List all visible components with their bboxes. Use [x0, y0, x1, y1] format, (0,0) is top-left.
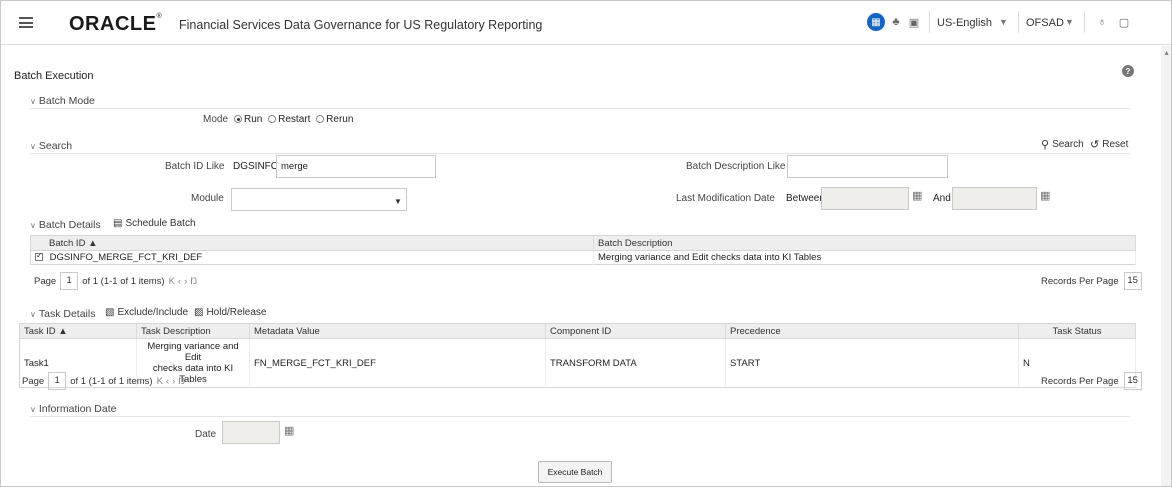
section-divider [30, 416, 1130, 417]
chevron-down-icon: ∨ [30, 141, 36, 151]
execute-batch-button[interactable]: Execute Batch [538, 461, 612, 483]
user-menu[interactable]: OFSAD [1026, 17, 1064, 29]
module-label: Module [191, 193, 224, 204]
pagination-arrows-icon[interactable]: K‹›Ŋ [157, 376, 189, 387]
batch-id-input[interactable]: merge [276, 155, 436, 178]
apps-grid-icon[interactable]: ▦ [867, 13, 885, 31]
module-select[interactable] [231, 188, 407, 211]
batch-id-label: Batch ID Like [165, 161, 225, 172]
last-modification-label: Last Modification Date [676, 193, 775, 204]
user-icon[interactable]: ♣ [887, 13, 905, 31]
records-per-page: Records Per Page 15 [1041, 272, 1142, 290]
between-label: Between [786, 193, 825, 204]
task-pager: Page 1 of 1 (1-1 of 1 items) K‹›Ŋ [22, 372, 188, 390]
reset-button[interactable]: ↺ Reset [1090, 138, 1128, 151]
top-header-bar: ORACLE® Financial Services Data Governan… [1, 1, 1171, 45]
hold-release-button[interactable]: ▨ Hold/Release [194, 307, 267, 318]
table-cell: DGSINFO_MERGE_FCT_KRI_DEF [30, 250, 594, 265]
records-per-page: Records Per Page 15 [1041, 372, 1142, 390]
calendar-icon[interactable]: ▦ [912, 189, 922, 202]
pagination-arrows-icon[interactable]: K‹›Ŋ [169, 276, 201, 287]
oracle-logo: ORACLE® [69, 13, 163, 35]
app-title: Financial Services Data Governance for U… [179, 18, 543, 32]
date-to-input[interactable] [952, 187, 1037, 210]
vertical-scrollbar[interactable] [1161, 46, 1171, 486]
batch-details-table: Batch ID ▲ Batch Description DGSINFO_MER… [30, 235, 1136, 265]
batch-pager: Page 1 of 1 (1-1 of 1 items) K‹›Ŋ [34, 272, 200, 290]
section-information-date[interactable]: ∨ Information Date [30, 403, 116, 415]
chevron-down-icon[interactable]: ▼ [1065, 17, 1074, 27]
page-number-input[interactable]: 1 [48, 372, 67, 390]
table-row[interactable]: DGSINFO_MERGE_FCT_KRI_DEF Merging varian… [30, 250, 1136, 265]
section-batch-details[interactable]: ∨ Batch Details [30, 219, 101, 231]
section-search[interactable]: ∨ Search [30, 140, 72, 152]
exclude-include-button[interactable]: ▧ Exclude/Include [105, 307, 188, 318]
column-header-task-status[interactable]: Task Status [1018, 323, 1136, 339]
reset-icon: ↺ [1090, 139, 1100, 151]
section-task-details[interactable]: ∨ Task Details [30, 308, 95, 320]
search-icon: ⚲ [1041, 139, 1050, 151]
page-title: Batch Execution [14, 70, 94, 82]
schedule-batch-button[interactable]: ▤ Schedule Batch [113, 218, 196, 229]
radio-restart[interactable] [268, 115, 277, 123]
chevron-down-icon: ∨ [30, 309, 36, 319]
table-cell: TRANSFORM DATA [545, 338, 726, 388]
chevron-down-icon: ∨ [30, 220, 36, 230]
header-divider [929, 11, 930, 33]
hamburger-menu-icon[interactable] [19, 17, 33, 28]
column-header-component-id[interactable]: Component ID [545, 323, 726, 339]
id-card-icon[interactable]: ▣ [905, 13, 923, 31]
chevron-down-icon: ∨ [30, 96, 36, 106]
mode-label: Mode [203, 114, 229, 125]
batch-description-label: Batch Description Like [686, 161, 786, 172]
table-cell: START [725, 338, 1019, 388]
mode-radio-group: Run Restart Rerun [234, 114, 353, 125]
column-header-metadata-value[interactable]: Metadata Value [249, 323, 546, 339]
column-header-precedence[interactable]: Precedence [725, 323, 1019, 339]
row-checkbox[interactable] [35, 251, 43, 261]
help-icon[interactable]: ? [1122, 65, 1134, 77]
hold-icon: ▨ [194, 307, 204, 318]
and-label: And [933, 193, 951, 204]
date-label: Date [195, 429, 217, 440]
schedule-icon: ▤ [113, 218, 123, 229]
calendar-icon[interactable]: ▦ [1040, 189, 1050, 202]
table-cell: Merging variance and Edit checks data in… [593, 250, 1136, 265]
header-divider [1084, 11, 1085, 33]
monitor-icon[interactable]: ▢ [1115, 13, 1133, 31]
calendar-icon[interactable]: ▦ [284, 424, 294, 437]
column-header-batch-description[interactable]: Batch Description [593, 235, 1136, 251]
language-selector[interactable]: US-English [937, 17, 992, 29]
batch-description-input[interactable] [787, 155, 948, 178]
table-header-row: Task ID ▲ Task Description Metadata Valu… [19, 323, 1136, 339]
scroll-up-icon[interactable]: ▲ [1163, 50, 1170, 57]
column-header-task-description[interactable]: Task Description [136, 323, 250, 339]
table-header-row: Batch ID ▲ Batch Description [30, 235, 1136, 251]
search-button[interactable]: ⚲ Search [1041, 138, 1084, 151]
table-cell: FN_MERGE_FCT_KRI_DEF [249, 338, 546, 388]
column-header-task-id[interactable]: Task ID ▲ [19, 323, 137, 339]
information-date-input[interactable] [222, 421, 280, 444]
radio-run[interactable] [234, 115, 242, 123]
records-per-page-input[interactable]: 15 [1123, 272, 1142, 290]
dropdown-arrow-icon[interactable]: ▼ [394, 197, 402, 206]
page-number-input[interactable]: 1 [60, 272, 79, 290]
records-per-page-input[interactable]: 15 [1123, 372, 1142, 390]
section-divider [30, 108, 1130, 109]
column-header-batch-id[interactable]: Batch ID ▲ [30, 235, 594, 251]
date-from-input[interactable] [821, 187, 909, 210]
section-batch-mode[interactable]: ∨ Batch Mode [30, 95, 95, 107]
radio-rerun[interactable] [316, 115, 325, 123]
chevron-down-icon: ∨ [30, 404, 36, 414]
hierarchy-icon[interactable]: ♁ [1093, 13, 1111, 31]
header-divider [1018, 11, 1019, 33]
chevron-down-icon[interactable]: ▼ [999, 17, 1008, 27]
section-divider [30, 153, 1130, 154]
exclude-icon: ▧ [105, 307, 115, 318]
